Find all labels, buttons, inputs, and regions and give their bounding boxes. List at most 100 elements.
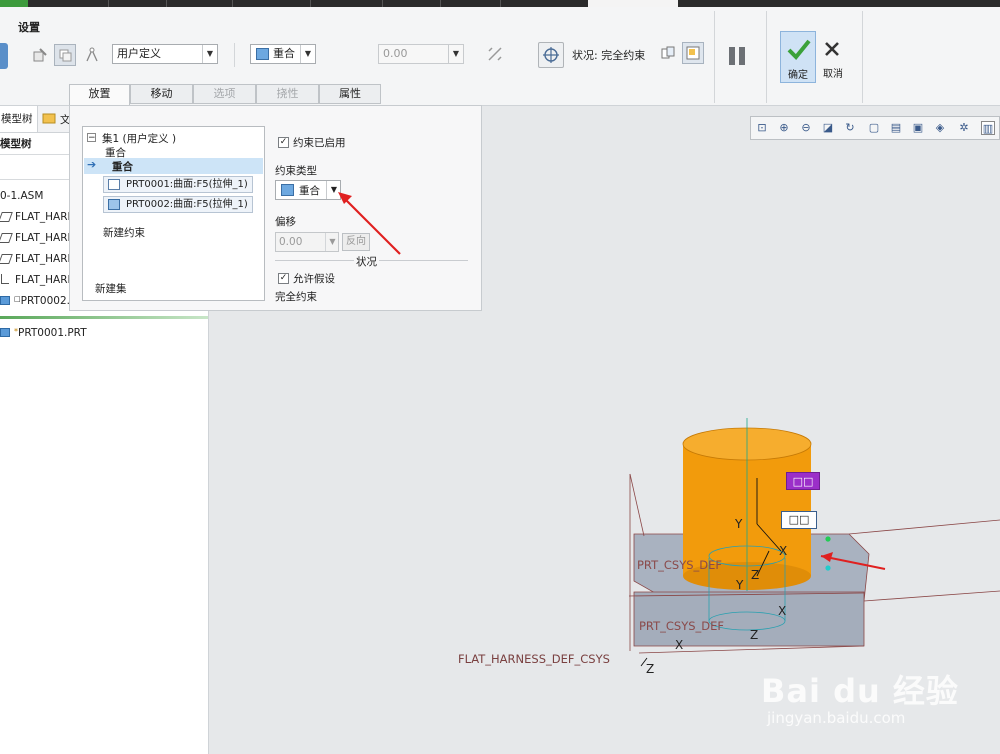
tab-separator [232,0,233,7]
constraint-type-select[interactable]: 重合 ▼ [250,44,316,64]
tree-header: 模型树 [0,138,32,150]
tree-item[interactable]: FLAT_HARN [0,211,75,223]
settings-group-label: 设置 [18,21,40,34]
display-style-icon[interactable]: ▢ [867,121,881,135]
watermark-brand: Bai du 经验 [761,672,959,710]
tab-options[interactable]: 选项 [193,84,256,104]
offset-label: 偏移 [275,216,296,228]
ok-button[interactable]: 确定 [780,31,816,83]
zoom-out-icon[interactable]: ⊖ [799,121,813,135]
tab-move[interactable]: 移动 [130,84,193,104]
axis-letter: Y [735,517,743,531]
reference-label: PRT0001:曲面:F5(拉伸_1) [126,179,248,190]
collapse-icon[interactable]: − [87,133,96,143]
close-icon [825,42,839,56]
movement-icon[interactable] [538,42,564,68]
constraint-item-selected[interactable]: ➔ 重合 [84,158,263,174]
chevron-down-icon: ▼ [202,45,217,63]
datum-edge [848,519,1000,535]
axis-letter: X [779,544,788,558]
flip-icon[interactable] [484,43,506,65]
drag-handle [825,565,831,571]
component-placement-tab[interactable] [588,0,678,7]
component-tag[interactable]: □□ [786,472,820,490]
repaint-icon[interactable]: ◪ [821,121,835,135]
axis-letter: X [778,604,787,618]
tree-item[interactable]: FLAT_HARN [0,253,75,265]
constraint-item-label: 重合 [112,161,133,173]
placement-panel: − 集1 (用户定义 ) 重合 ➔ 重合 PRT0001:曲面:F5(拉伸_1)… [69,105,482,311]
reference-item[interactable]: PRT0002:曲面:F5(拉伸_1) [103,196,253,213]
tab-placement[interactable]: 放置 [69,84,130,106]
coincident-icon [256,48,269,60]
datum-edge [629,473,645,537]
tree-item-assembly[interactable]: 0-1.ASM [0,190,43,202]
constraint-set-select[interactable]: 用户定义 ▼ [112,44,218,64]
axis-letter: Z [751,568,760,582]
axis-letter: Y [736,578,744,592]
constraint-enabled-checkbox[interactable]: ✓ [278,137,289,148]
saved-orientation-icon[interactable]: ▤ [889,121,903,135]
allow-assumptions-checkbox[interactable]: ✓ [278,273,289,284]
constraint-type-value: 重合 [273,47,295,60]
show-component-icon[interactable] [54,44,76,66]
drag-handle [825,536,831,542]
allow-assumptions-label: 允许假设 [293,273,335,285]
component-tag[interactable]: □□ [781,511,817,529]
cancel-button[interactable]: 取消 [818,31,848,83]
tree-item-label: FLAT_HARN [15,274,76,286]
part-icon [0,296,10,305]
csys-label: PRT_CSYS_DEF [637,558,723,572]
main-window-icon[interactable] [682,42,704,64]
constraint-enabled-label: 约束已启用 [293,137,346,149]
datum-edge [863,590,1000,602]
tab-label: 选项 [213,87,236,100]
tab-properties[interactable]: 属性 [319,84,381,104]
constraint-set-title[interactable]: 集1 (用户定义 ) [102,131,176,146]
tree-item-active-part[interactable]: *PRT0001.PRT [0,327,87,339]
spin-icon[interactable]: ↻ [843,121,857,135]
view-toolbar: ⊡ ⊕ ⊖ ◪ ↻ ▢ ▤ ▣ ◈ ✲ ▥ [750,116,1000,140]
datum-display-icon[interactable]: ✲ [957,121,971,135]
datum-edge [638,645,865,654]
csys-icon [1,274,9,284]
offset-value: 0.00 [383,47,408,60]
tab-separator [166,0,167,7]
cancel-label: 取消 [823,69,843,80]
file-tab[interactable] [0,0,28,7]
reference-item[interactable]: PRT0001:曲面:F5(拉伸_1) [103,176,253,193]
constraint-type-label: 约束类型 [275,165,317,177]
refit-icon[interactable]: ⊡ [755,121,769,135]
watermark-url: jingyan.baidu.com [767,709,906,727]
pause-icon[interactable] [724,45,750,67]
zoom-in-icon[interactable]: ⊕ [777,121,791,135]
tree-item[interactable]: FLAT_HARN [0,232,75,244]
tab-label: 挠性 [276,87,299,100]
surface-ref-icon [108,179,120,190]
component-icon [0,43,8,69]
separate-window-icon[interactable] [658,43,678,63]
flexible-icon[interactable] [82,45,102,65]
tree-item[interactable]: □PRT0002. [0,295,70,307]
tree-item[interactable]: FLAT_HARN [0,274,75,286]
csys-label: FLAT_HARNESS_DEF_CSYS [458,652,610,666]
view-manager-icon[interactable]: ▣ [911,121,925,135]
edit-constraint-icon[interactable] [30,45,50,65]
separator [862,11,863,103]
tab-label: 移动 [150,87,173,100]
new-constraint-link[interactable]: 新建约束 [103,225,145,240]
annotation-arrow [343,197,401,255]
tree-item-label: 0-1.ASM [0,190,44,202]
coincident-icon [281,184,294,196]
surface-ref-icon [108,199,120,210]
annotation-display-icon[interactable]: ▥ [981,121,995,135]
checkmark-icon [787,39,811,60]
offset-input[interactable]: 0.00 ▼ [378,44,464,64]
tab-label: 属性 [339,87,361,100]
tab-model-tree[interactable]: 模型树 [0,106,38,132]
perspective-icon[interactable]: ◈ [933,121,947,135]
tab-separator [500,0,501,7]
new-set-link[interactable]: 新建集 [95,281,127,296]
tab-flexibility[interactable]: 挠性 [256,84,319,104]
tab-label: 放置 [88,87,111,100]
